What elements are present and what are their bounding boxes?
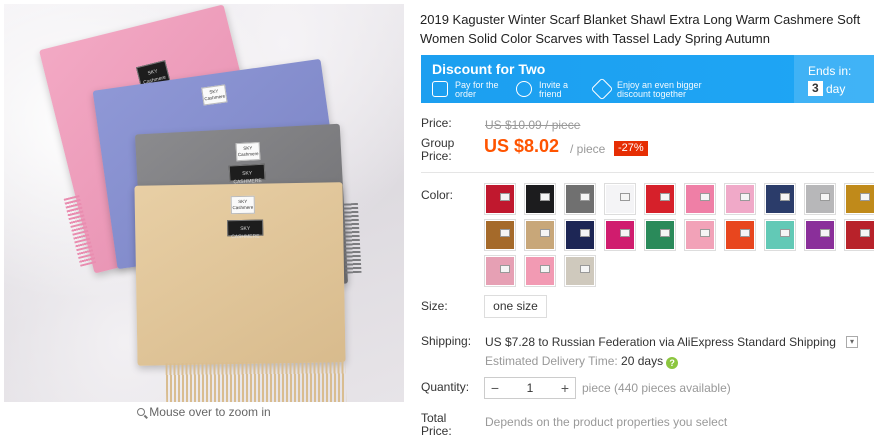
chevron-down-icon[interactable]: ▾ xyxy=(846,336,858,348)
magnifier-icon xyxy=(137,408,146,416)
color-swatch[interactable] xyxy=(844,183,874,215)
color-swatch[interactable] xyxy=(524,219,556,251)
shipping-label: Shipping: xyxy=(421,334,472,348)
availability-text: piece (440 pieces available) xyxy=(582,381,731,395)
color-swatch[interactable] xyxy=(724,219,756,251)
color-swatch[interactable] xyxy=(524,183,556,215)
scarf-label: SKY CASHMERE xyxy=(228,163,266,185)
zoom-hint-text: Mouse over to zoom in xyxy=(149,405,271,419)
product-image[interactable]: SKY Cashmere SKY Cashmere SKY Cashmere S… xyxy=(4,4,404,402)
color-swatch[interactable] xyxy=(724,183,756,215)
original-price: US $10.09 / piece xyxy=(485,118,581,132)
color-swatch[interactable] xyxy=(564,255,596,287)
quantity-decrease-button[interactable]: − xyxy=(485,378,505,398)
product-title: 2019 Kaguster Winter Scarf Blanket Shawl… xyxy=(420,12,861,46)
color-swatch[interactable] xyxy=(484,255,516,287)
color-swatch[interactable] xyxy=(604,219,636,251)
price-label: Price: xyxy=(421,116,452,130)
color-swatch[interactable] xyxy=(804,183,836,215)
size-label: Size: xyxy=(421,299,448,313)
ticket-icon xyxy=(432,81,448,97)
quantity-label: Quantity: xyxy=(421,380,470,394)
color-swatch[interactable] xyxy=(564,183,596,215)
zoom-hint: Mouse over to zoom in xyxy=(4,405,404,419)
color-swatch[interactable] xyxy=(764,219,796,251)
ends-in-label: Ends in: xyxy=(808,64,852,78)
promo-title: Discount for Two xyxy=(432,61,546,77)
shipping-method[interactable]: US $7.28 to Russian Federation via AliEx… xyxy=(485,335,836,349)
color-swatch[interactable] xyxy=(644,219,676,251)
total-price-text: Depends on the product properties you se… xyxy=(485,415,728,429)
scarf-camel: SKY Cashmere SKY CASHMERE xyxy=(134,182,347,402)
price-unit: / piece xyxy=(570,142,606,156)
color-swatch[interactable] xyxy=(844,219,874,251)
quantity-increase-button[interactable]: + xyxy=(555,378,575,398)
color-swatch[interactable] xyxy=(684,183,716,215)
color-label: Color: xyxy=(421,188,454,202)
color-swatch[interactable] xyxy=(564,219,596,251)
size-option-one-size[interactable]: one size xyxy=(484,295,547,318)
scarf-tag: SKY Cashmere xyxy=(235,141,261,162)
promo-step-enjoy: Enjoy an even bigger discount together xyxy=(617,80,702,99)
quantity-input[interactable]: 1 xyxy=(505,378,555,398)
group-price-label: Group Price: xyxy=(421,136,455,163)
scarf-label: SKY CASHMERE xyxy=(227,219,264,240)
discount-badge: -27% xyxy=(614,141,648,156)
quantity-stepper: − 1 + xyxy=(484,377,576,399)
ends-in-panel: Ends in: 3 day xyxy=(794,55,874,103)
color-swatch[interactable] xyxy=(604,183,636,215)
help-icon[interactable]: ? xyxy=(666,357,679,369)
color-swatch[interactable] xyxy=(804,219,836,251)
color-swatch[interactable] xyxy=(764,183,796,215)
color-swatch[interactable] xyxy=(684,219,716,251)
promo-step-pay: Pay for the order xyxy=(455,80,499,99)
color-swatch[interactable] xyxy=(484,183,516,215)
days-count: 3 xyxy=(808,81,823,96)
estimated-delivery-label: Estimated Delivery Time: xyxy=(485,354,618,368)
color-swatch[interactable] xyxy=(644,183,676,215)
scarf-tag: SKY Cashmere xyxy=(230,195,255,215)
color-swatch[interactable] xyxy=(484,219,516,251)
scarf-tag: SKY Cashmere xyxy=(201,84,228,106)
friend-icon xyxy=(516,81,532,97)
days-unit: day xyxy=(826,82,846,96)
discount-tag-icon xyxy=(590,77,614,101)
divider xyxy=(421,172,874,173)
estimated-delivery: Estimated Delivery Time: 20 days? xyxy=(485,354,679,369)
total-price-label: Total Price: xyxy=(421,411,452,438)
promo-step-invite: Invite a friend xyxy=(539,80,569,99)
estimated-delivery-value: 20 days xyxy=(621,354,664,368)
discount-for-two-banner[interactable]: Discount for Two Pay for the order Invit… xyxy=(421,55,874,103)
color-swatch[interactable] xyxy=(524,255,556,287)
group-price: US $8.02 xyxy=(484,136,560,156)
